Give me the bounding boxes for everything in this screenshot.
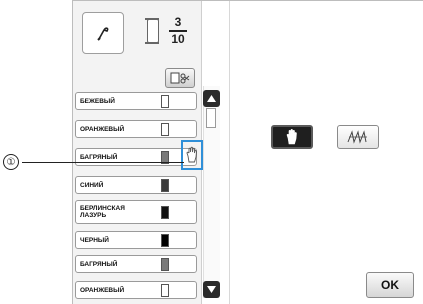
- scissors-thread-icon: [170, 72, 190, 84]
- color-item[interactable]: ОРАНЖЕВЫЙ: [75, 281, 197, 299]
- color-name: ОРАНЖЕВЫЙ: [80, 286, 125, 294]
- spool-current: 3: [174, 15, 182, 29]
- edit-panel: [229, 1, 423, 304]
- pattern-preview: [82, 12, 124, 54]
- color-name: БЕЖЕВЫЙ: [80, 97, 115, 105]
- scrollbar-thumb[interactable]: [206, 108, 216, 128]
- spool-icon: [145, 17, 159, 44]
- color-swatch: [161, 95, 169, 108]
- color-item[interactable]: СИНИЙ: [75, 176, 197, 194]
- color-name: БАГРЯНЫЙ: [80, 260, 118, 268]
- triangle-down-icon: [207, 286, 216, 293]
- color-item[interactable]: БАГРЯНЫЙ: [75, 255, 197, 273]
- color-name: БЕРЛИНСКАЯ ЛАЗУРЬ: [80, 205, 125, 219]
- color-swatch: [161, 284, 169, 297]
- sew-color-button[interactable]: [337, 125, 379, 149]
- color-name: ЧЕРНЫЙ: [80, 236, 109, 244]
- thread-color-list: БЕЖЕВЫЙ ОРАНЖЕВЫЙ БАГРЯНЫЙ СИНИЙ БЕРЛИНС…: [75, 92, 197, 302]
- color-name: СИНИЙ: [80, 181, 104, 189]
- hand-icon: [186, 146, 197, 163]
- hand-icon: [286, 128, 297, 145]
- skip-color-indicator: [181, 140, 203, 170]
- spool-counter: 3 10: [145, 16, 187, 46]
- color-swatch: [161, 206, 169, 219]
- color-item-selected[interactable]: БАГРЯНЫЙ: [75, 148, 197, 166]
- callout-line: [22, 162, 184, 163]
- skip-color-button[interactable]: [271, 125, 313, 149]
- color-swatch: [161, 123, 169, 136]
- scroll-up-button[interactable]: [203, 90, 220, 107]
- callout-marker: ①: [3, 154, 19, 170]
- spool-total: 10: [171, 31, 185, 46]
- embroidery-needle-icon: [97, 27, 109, 41]
- color-item[interactable]: ОРАНЖЕВЫЙ: [75, 120, 197, 138]
- color-item[interactable]: БЕРЛИНСКАЯ ЛАЗУРЬ: [75, 200, 197, 224]
- color-swatch: [161, 258, 169, 271]
- thread-cut-button[interactable]: [165, 68, 195, 88]
- color-name: ОРАНЖЕВЫЙ: [80, 125, 125, 133]
- color-item[interactable]: ЧЕРНЫЙ: [75, 231, 197, 249]
- scroll-down-button[interactable]: [203, 281, 220, 298]
- ok-button[interactable]: OK: [366, 272, 414, 298]
- spool-fraction: 3 10: [169, 16, 187, 46]
- color-item[interactable]: БЕЖЕВЫЙ: [75, 92, 197, 110]
- triangle-up-icon: [207, 95, 216, 102]
- zigzag-stitch-icon: [347, 130, 367, 144]
- color-swatch: [161, 234, 169, 247]
- color-swatch: [161, 179, 169, 192]
